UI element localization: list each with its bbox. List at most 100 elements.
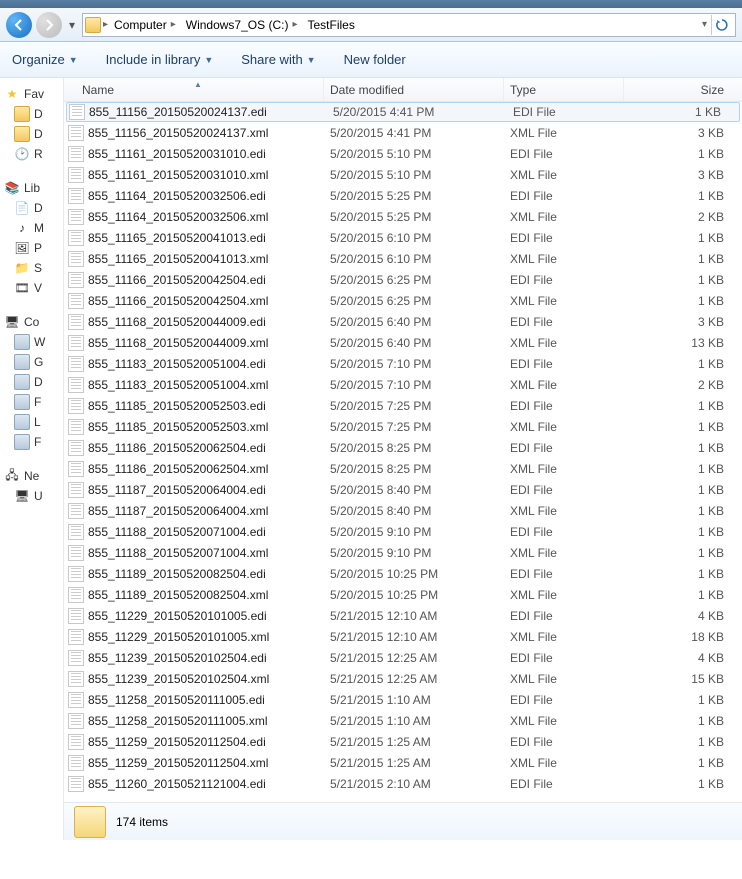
breadcrumb-folder[interactable]: TestFiles — [303, 16, 358, 34]
sidebar-item[interactable]: D — [4, 124, 63, 144]
file-row[interactable]: 855_11186_20150520062504.xml5/20/2015 8:… — [64, 458, 742, 479]
new-folder-button[interactable]: New folder — [344, 52, 406, 67]
breadcrumb-computer[interactable]: Computer▸ — [110, 16, 180, 34]
file-row[interactable]: 855_11258_20150520111005.xml5/21/2015 1:… — [64, 710, 742, 731]
sidebar-item[interactable]: 🎞V — [4, 278, 63, 298]
sidebar-item[interactable]: F — [4, 392, 63, 412]
file-size: 1 KB — [624, 273, 742, 287]
sidebar-item[interactable]: D — [4, 372, 63, 392]
file-row[interactable]: 855_11156_20150520024137.xml5/20/2015 4:… — [64, 122, 742, 143]
file-row[interactable]: 855_11189_20150520082504.edi5/20/2015 10… — [64, 563, 742, 584]
file-date: 5/20/2015 9:10 PM — [324, 546, 504, 560]
favorites-group[interactable]: ★Fav — [4, 84, 63, 104]
drive-icon — [14, 414, 30, 430]
file-row[interactable]: 855_11164_20150520032506.xml5/20/2015 5:… — [64, 206, 742, 227]
breadcrumb-drive[interactable]: Windows7_OS (C:)▸ — [182, 16, 302, 34]
share-with-menu[interactable]: Share with▼ — [241, 52, 315, 67]
file-icon — [68, 755, 84, 771]
file-size: 1 KB — [624, 735, 742, 749]
sidebar-item[interactable]: G — [4, 352, 63, 372]
file-row[interactable]: 855_11259_20150520112504.xml5/21/2015 1:… — [64, 752, 742, 773]
computer-icon: 🖥 — [14, 488, 30, 504]
file-row[interactable]: 855_11164_20150520032506.edi5/20/2015 5:… — [64, 185, 742, 206]
file-row[interactable]: 855_11168_20150520044009.xml5/20/2015 6:… — [64, 332, 742, 353]
file-type: EDI File — [504, 483, 624, 497]
navigation-pane[interactable]: ★Fav D D 🕑R 📚Lib 📄D ♪M 🖼P 📁S 🎞V 🖥Co W G … — [0, 78, 64, 840]
column-name[interactable]: Name▲ — [64, 78, 324, 101]
network-group[interactable]: 🖧Ne — [4, 466, 63, 486]
back-button[interactable] — [6, 12, 32, 38]
include-in-library-menu[interactable]: Include in library▼ — [106, 52, 214, 67]
file-row[interactable]: 855_11229_20150520101005.xml5/21/2015 12… — [64, 626, 742, 647]
file-row[interactable]: 855_11183_20150520051004.edi 5/20/2015 7:… — [64, 353, 742, 374]
libraries-group[interactable]: 📚Lib — [4, 178, 63, 198]
file-date: 5/20/2015 7:10 PM — [324, 357, 504, 371]
refresh-button[interactable] — [711, 15, 731, 35]
file-icon — [68, 251, 84, 267]
sidebar-item[interactable]: D — [4, 104, 63, 124]
file-date: 5/20/2015 9:10 PM — [324, 525, 504, 539]
file-name: 855_11229_20150520101005.xml — [88, 630, 269, 644]
forward-button[interactable] — [36, 12, 62, 38]
file-row[interactable]: 855_11185_20150520052503.edi5/20/2015 7:… — [64, 395, 742, 416]
file-row[interactable]: 855_11187_20150520064004.edi5/20/2015 8:… — [64, 479, 742, 500]
file-type: XML File — [504, 756, 624, 770]
sidebar-item[interactable]: ♪M — [4, 218, 63, 238]
file-size: 3 KB — [624, 126, 742, 140]
sidebar-item[interactable]: 📁S — [4, 258, 63, 278]
file-row[interactable]: 855_11188_20150520071004.xml5/20/2015 9:… — [64, 542, 742, 563]
chevron-right-icon[interactable]: ▸ — [103, 19, 108, 30]
file-icon — [68, 671, 84, 687]
file-name: 855_11259_20150520112504.edi — [88, 735, 266, 749]
file-row[interactable]: 855_11156_20150520024137.edi 5/20/2015 4:… — [66, 102, 740, 122]
command-bar: Organize▼ Include in library▼ Share with… — [0, 42, 742, 78]
sidebar-item[interactable]: 🖼P — [4, 238, 63, 258]
file-date: 5/20/2015 4:41 PM — [327, 105, 507, 119]
file-row[interactable]: 855_11189_20150520082504.xml5/20/2015 10… — [64, 584, 742, 605]
computer-group[interactable]: 🖥Co — [4, 312, 63, 332]
sidebar-item[interactable]: L — [4, 412, 63, 432]
file-row[interactable]: 855_11165_20150520041013.edi5/20/2015 6:… — [64, 227, 742, 248]
sidebar-item[interactable]: 🖥U — [4, 486, 63, 506]
file-row[interactable]: 855_11258_20150520111005.edi5/21/2015 1:… — [64, 689, 742, 710]
column-date[interactable]: Date modified — [324, 78, 504, 101]
file-row[interactable]: 855_11168_20150520044009.edi5/20/2015 6:… — [64, 311, 742, 332]
file-row[interactable]: 855_11239_20150520102504.xml5/21/2015 12… — [64, 668, 742, 689]
file-list[interactable]: 855_11156_20150520024137.edi 5/20/2015 4:… — [64, 102, 742, 802]
file-name: 855_11183_20150520051004.edi — [88, 357, 266, 371]
column-type[interactable]: Type — [504, 78, 624, 101]
file-row[interactable]: 855_11183_20150520051004.xml5/20/2015 7:… — [64, 374, 742, 395]
file-row[interactable]: 855_11161_20150520031010.edi5/20/2015 5:… — [64, 143, 742, 164]
file-row[interactable]: 855_11166_20150520042504.xml5/20/2015 6:… — [64, 290, 742, 311]
sidebar-item[interactable]: W — [4, 332, 63, 352]
sidebar-item[interactable]: 📄D — [4, 198, 63, 218]
file-size: 1 KB — [624, 525, 742, 539]
file-row[interactable]: 855_11259_20150520112504.edi5/21/2015 1:… — [64, 731, 742, 752]
file-row[interactable]: 855_11186_20150520062504.edi5/20/2015 8:… — [64, 437, 742, 458]
navigation-bar: ▾ ▸ Computer▸ Windows7_OS (C:)▸ TestFile… — [0, 8, 742, 42]
address-dropdown-icon[interactable]: ▾ — [702, 19, 707, 30]
file-name: 855_11258_20150520111005.edi — [88, 693, 265, 707]
music-icon: ♪ — [14, 220, 30, 236]
organize-menu[interactable]: Organize▼ — [12, 52, 78, 67]
sidebar-item[interactable]: 🕑R — [4, 144, 63, 164]
sidebar-item[interactable]: F — [4, 432, 63, 452]
address-bar[interactable]: ▸ Computer▸ Windows7_OS (C:)▸ TestFiles … — [82, 13, 736, 37]
file-row[interactable]: 855_11239_20150520102504.edi5/21/2015 12… — [64, 647, 742, 668]
column-size[interactable]: Size — [624, 78, 742, 101]
file-row[interactable]: 855_11188_20150520071004.edi5/20/2015 9:… — [64, 521, 742, 542]
file-type: XML File — [504, 714, 624, 728]
history-dropdown[interactable]: ▾ — [66, 18, 78, 32]
file-row[interactable]: 855_11229_20150520101005.edi5/21/2015 12… — [64, 605, 742, 626]
file-row[interactable]: 855_11185_20150520052503.xml5/20/2015 7:… — [64, 416, 742, 437]
file-row[interactable]: 855_11166_20150520042504.edi5/20/2015 6:… — [64, 269, 742, 290]
file-size: 1 KB — [624, 546, 742, 560]
file-name: 855_11156_20150520024137.edi — [89, 105, 267, 119]
file-row[interactable]: 855_11161_20150520031010.xml5/20/2015 5:… — [64, 164, 742, 185]
file-size: 1 KB — [624, 504, 742, 518]
file-row[interactable]: 855_11165_20150520041013.xml5/20/2015 6:… — [64, 248, 742, 269]
file-row[interactable]: 855_11260_20150521121004.edi5/21/2015 2:… — [64, 773, 742, 794]
file-row[interactable]: 855_11187_20150520064004.xml5/20/2015 8:… — [64, 500, 742, 521]
file-name: 855_11187_20150520064004.edi — [88, 483, 266, 497]
file-name: 855_11259_20150520112504.xml — [88, 756, 268, 770]
